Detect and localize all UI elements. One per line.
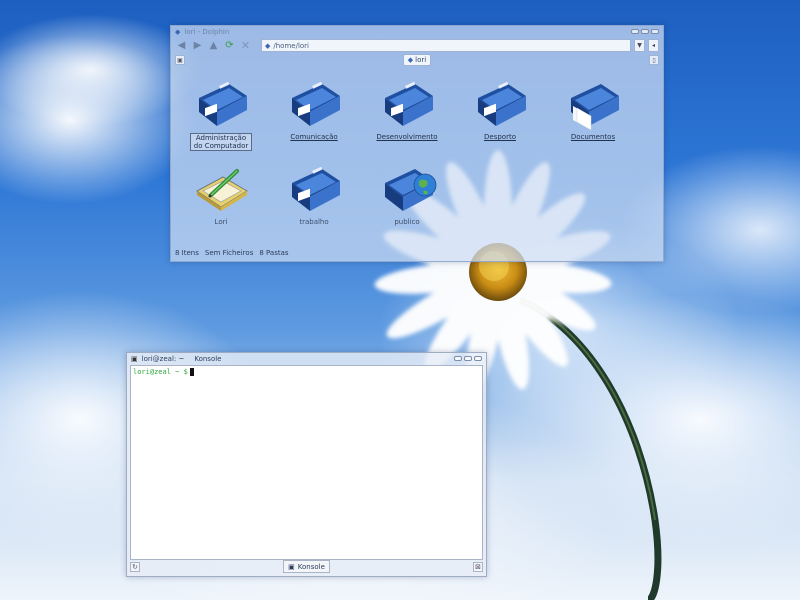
folder-item[interactable]: Administração do Computador bbox=[181, 76, 261, 151]
network-folder-icon bbox=[385, 169, 437, 211]
graphics-tablet-icon bbox=[196, 169, 248, 211]
minimize-button[interactable] bbox=[631, 29, 639, 34]
tab-label: Konsole bbox=[297, 562, 325, 571]
back-arrow-icon: ◀ bbox=[177, 40, 186, 51]
terminal-icon: ▣ bbox=[131, 354, 138, 363]
file-manager-window: ◆ lori - Dolphin ◀ ▶ ▲ ⟳ ✕ ◆ /home/lori … bbox=[170, 25, 664, 262]
clear-icon: ◂ bbox=[651, 42, 655, 49]
maximize-button[interactable] bbox=[641, 29, 649, 34]
back-button[interactable]: ◀ bbox=[175, 39, 188, 52]
location-bar[interactable]: ◆ /home/lori bbox=[261, 39, 631, 52]
blue-folder-icon bbox=[478, 81, 526, 126]
folder-label: Comunicação bbox=[290, 133, 338, 141]
folder-item[interactable]: publico bbox=[367, 161, 447, 226]
window-title: lori - Dolphin bbox=[184, 27, 230, 36]
forward-button[interactable]: ▶ bbox=[191, 39, 204, 52]
minimize-button[interactable] bbox=[454, 356, 462, 361]
folder-item[interactable]: Comunicação bbox=[274, 76, 354, 141]
folder-item[interactable]: Desenvolvimento bbox=[367, 76, 447, 141]
split-view-button[interactable]: ▯ bbox=[649, 55, 659, 65]
konsole-window: ▣ lori@zeal: ~ Konsole lori@zeal ~ $ ↻ ▣… bbox=[126, 352, 487, 577]
konsole-tab-bar: ▣ Konsole bbox=[130, 560, 483, 573]
status-bar: 8 Itens Sem Ficheiros 8 Pastas bbox=[175, 249, 289, 257]
folder-label: Administração do Computador bbox=[190, 133, 252, 151]
sidebar-toggle-button[interactable]: ▣ bbox=[175, 55, 185, 65]
chevron-down-icon: ▼ bbox=[637, 42, 642, 49]
folder-label: trabalho bbox=[299, 218, 329, 226]
terminal-area[interactable]: lori@zeal ~ $ bbox=[130, 365, 483, 560]
close-tab-icon: ⊠ bbox=[475, 563, 481, 571]
folder-label: Desenvolvimento bbox=[376, 133, 438, 141]
shell-prompt: lori@zeal ~ $ bbox=[133, 368, 188, 376]
desktop-wallpaper: ◆ lori - Dolphin ◀ ▶ ▲ ⟳ ✕ ◆ /home/lori … bbox=[0, 0, 800, 600]
close-button[interactable] bbox=[474, 356, 482, 361]
folder-icon: ◆ bbox=[407, 56, 414, 64]
panel-icon: ▣ bbox=[177, 56, 183, 64]
close-tab-button[interactable]: ⊠ bbox=[473, 562, 483, 572]
folder-label: Documentos bbox=[570, 133, 616, 141]
status-folders: 8 Pastas bbox=[259, 249, 289, 257]
folder-item[interactable]: trabalho bbox=[274, 161, 354, 226]
status-files: Sem Ficheiros bbox=[204, 249, 254, 257]
window-controls bbox=[454, 356, 482, 361]
folder-label: publico bbox=[394, 218, 420, 226]
documents-folder-icon bbox=[571, 84, 619, 131]
view-tab-row: ◆ lori bbox=[175, 54, 659, 66]
close-button[interactable] bbox=[651, 29, 659, 34]
forward-arrow-icon: ▶ bbox=[193, 40, 202, 51]
konsole-titlebar[interactable]: ▣ lori@zeal: ~ Konsole bbox=[127, 353, 486, 364]
split-icon: ▯ bbox=[652, 56, 656, 64]
up-button[interactable]: ▲ bbox=[207, 39, 220, 52]
window-title: lori@zeal: ~ bbox=[141, 354, 185, 363]
location-clear-button[interactable]: ◂ bbox=[648, 39, 659, 52]
blue-folder-icon bbox=[292, 81, 340, 126]
window-controls bbox=[631, 29, 659, 34]
status-items: 8 Itens bbox=[175, 249, 199, 257]
stop-icon: ✕ bbox=[240, 39, 251, 52]
window-app-name: Konsole bbox=[194, 354, 222, 363]
folder-label: Lori bbox=[214, 218, 228, 226]
folder-label: Desporto bbox=[484, 133, 516, 141]
folder-item[interactable]: Documentos bbox=[553, 76, 633, 141]
file-manager-titlebar[interactable]: ◆ lori - Dolphin bbox=[171, 26, 663, 37]
stop-button[interactable]: ✕ bbox=[239, 39, 252, 52]
folder-item[interactable]: Desporto bbox=[460, 76, 540, 141]
location-text: /home/lori bbox=[273, 41, 310, 50]
location-dropdown-button[interactable]: ▼ bbox=[634, 39, 645, 52]
text-cursor bbox=[189, 368, 194, 376]
up-arrow-icon: ▲ bbox=[209, 40, 218, 51]
tab-label: lori bbox=[415, 56, 427, 64]
maximize-button[interactable] bbox=[464, 356, 472, 361]
folder-item[interactable]: Lori bbox=[181, 161, 261, 226]
reload-button[interactable]: ⟳ bbox=[223, 39, 236, 52]
tab-konsole[interactable]: ▣ Konsole bbox=[283, 560, 330, 573]
reload-icon: ⟳ bbox=[225, 40, 234, 51]
folder-icon: ◆ bbox=[265, 41, 271, 50]
terminal-icon: ▣ bbox=[288, 562, 295, 571]
app-icon: ◆ bbox=[175, 27, 181, 36]
blue-folder-icon bbox=[199, 81, 247, 126]
blue-folder-icon bbox=[385, 81, 433, 126]
blue-folder-icon bbox=[292, 166, 340, 211]
tab-current-folder[interactable]: ◆ lori bbox=[402, 54, 432, 66]
toolbar: ◀ ▶ ▲ ⟳ ✕ ◆ /home/lori ▼ ◂ bbox=[175, 38, 659, 53]
